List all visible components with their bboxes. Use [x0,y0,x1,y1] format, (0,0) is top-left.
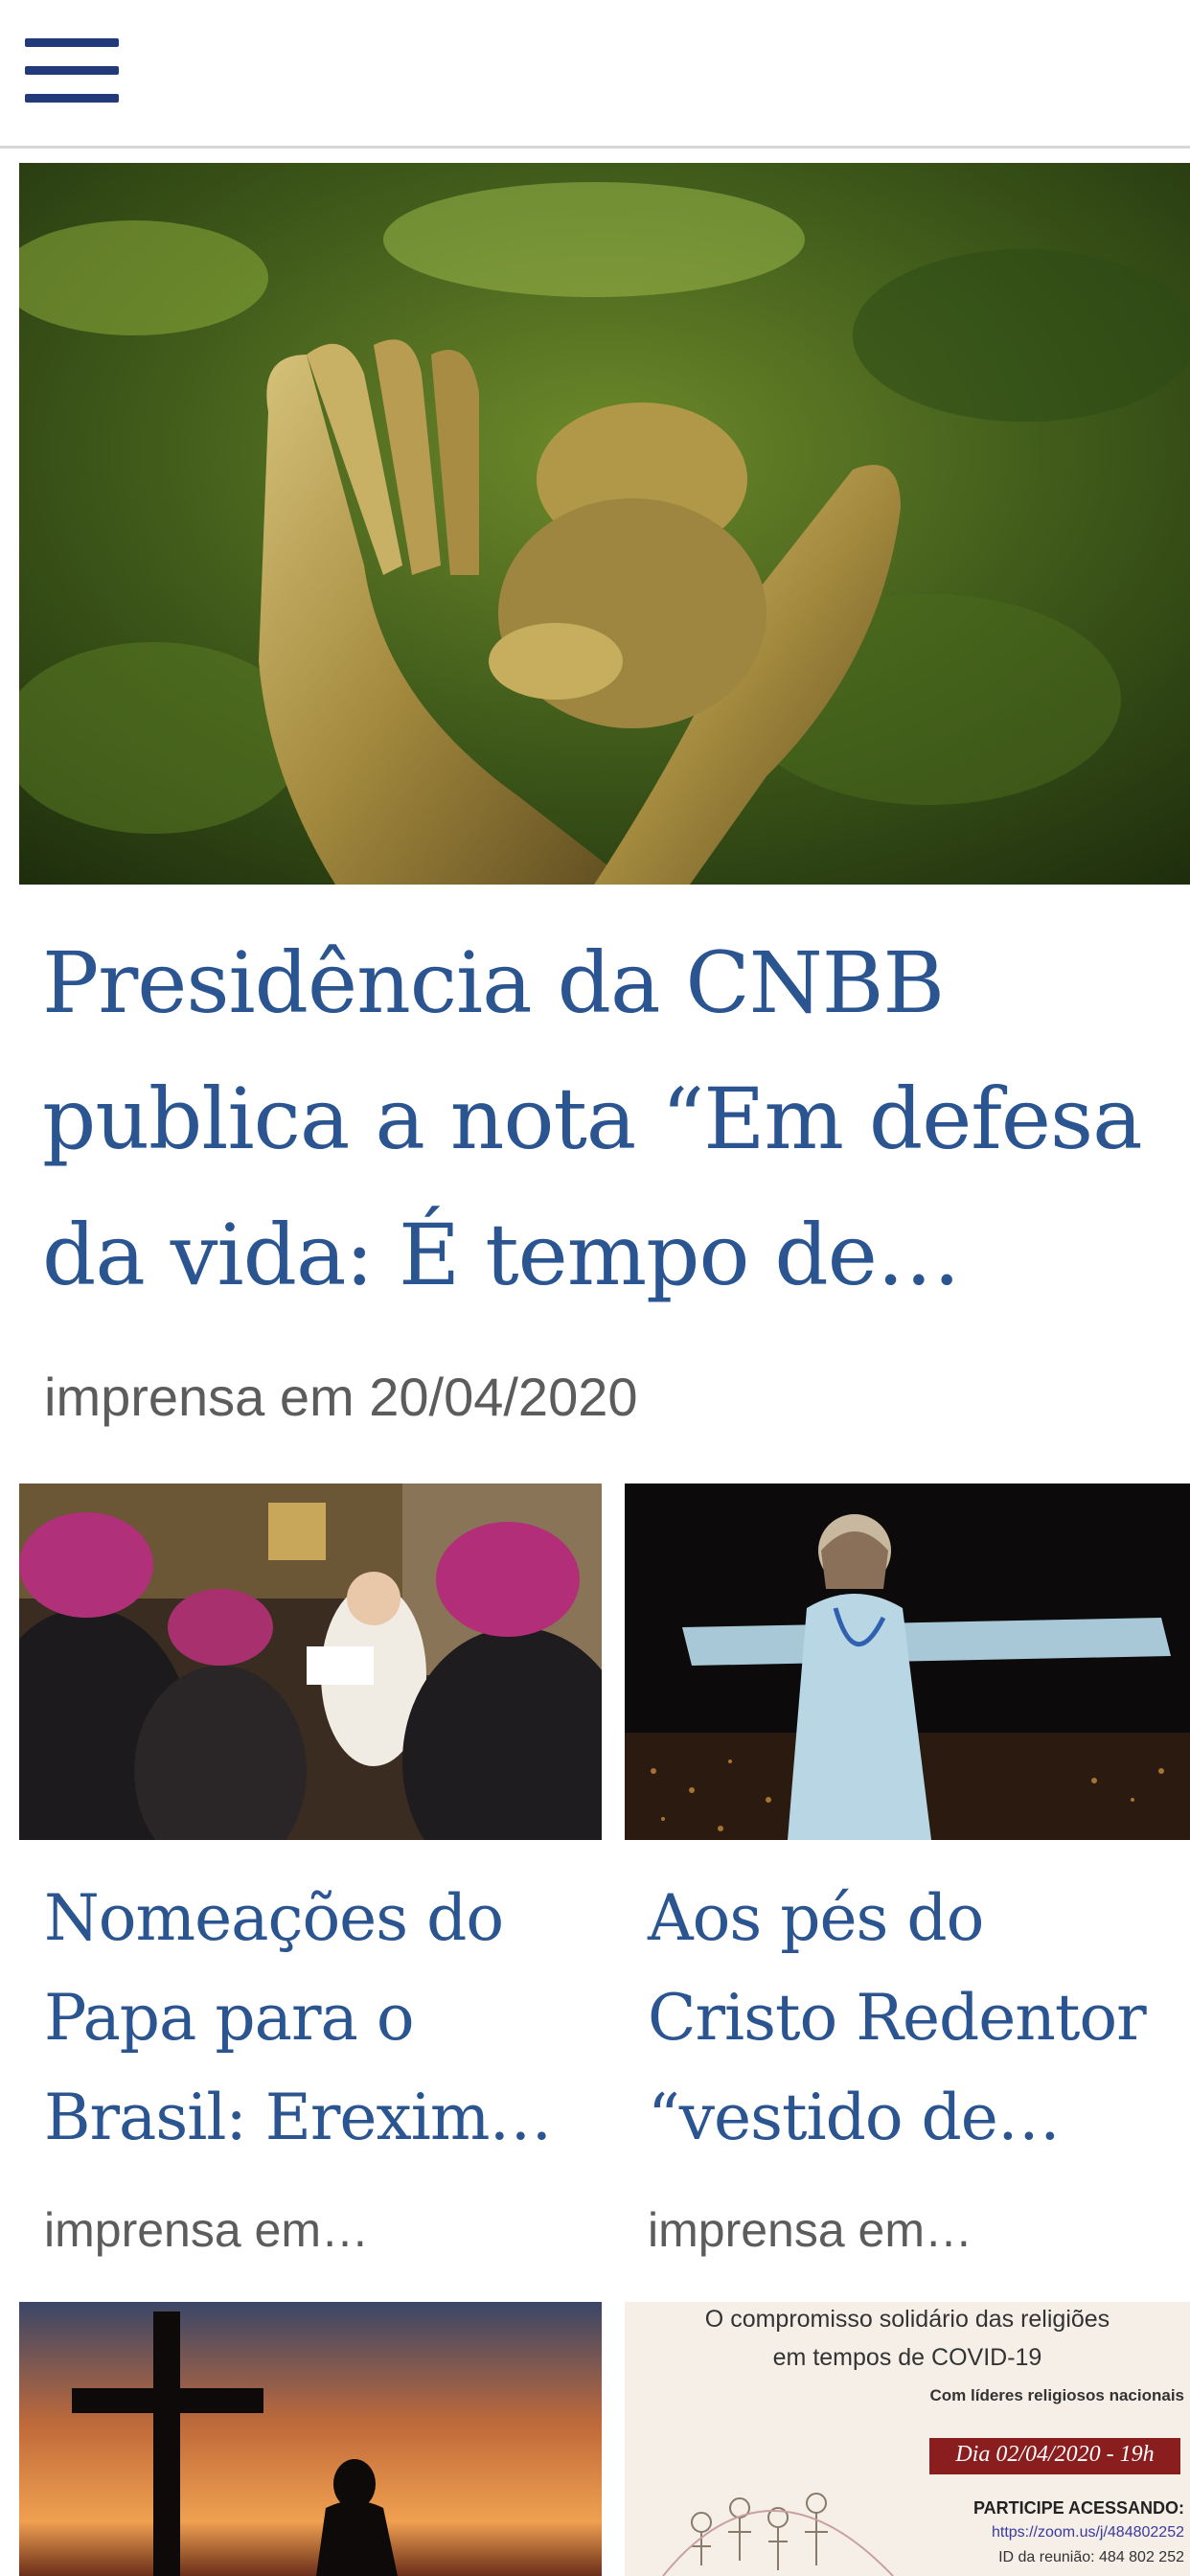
poster-line-1: O compromisso solidário das religiões [704,2306,1110,2333]
poster-id: ID da reunião: 484 802 252 [998,2549,1184,2565]
poster-line-2: em tempos de COVID-19 [772,2344,1042,2371]
card-image-cross-sunset[interactable] [19,2302,602,2576]
card-image-event-poster[interactable]: O compromisso solidário das religiões em… [625,2302,1190,2576]
hero-article-meta: imprensa em 20/04/2020 [44,1367,638,1427]
card-title[interactable]: Nomeações do Papa para o Brasil: Erexim… [44,1869,609,2168]
poster-line-3: Com líderes religiosos nacionais [929,2386,1184,2404]
poster-date: Dia 02/04/2020 - 19h [955,2442,1155,2467]
poster-link: https://zoom.us/j/484802252 [991,2524,1184,2541]
menu-line [25,94,119,103]
hero-image[interactable] [19,163,1190,885]
poster-cta: PARTICIPE ACESSANDO: [973,2498,1184,2518]
menu-line [25,66,119,75]
hero-article-title[interactable]: Presidência da CNBB publica a nota “Em d… [42,915,1182,1323]
card-meta: imprensa em… [648,2203,973,2257]
card-image-christ-redeemer[interactable] [625,1484,1190,1840]
card-title[interactable]: Aos pés do Cristo Redentor “vestido de… [648,1869,1190,2168]
menu-line [25,38,119,47]
card-image-pope[interactable] [19,1484,602,1840]
top-bar [0,0,1190,149]
card-meta: imprensa em… [44,2203,369,2257]
hamburger-menu-icon[interactable] [25,38,119,104]
